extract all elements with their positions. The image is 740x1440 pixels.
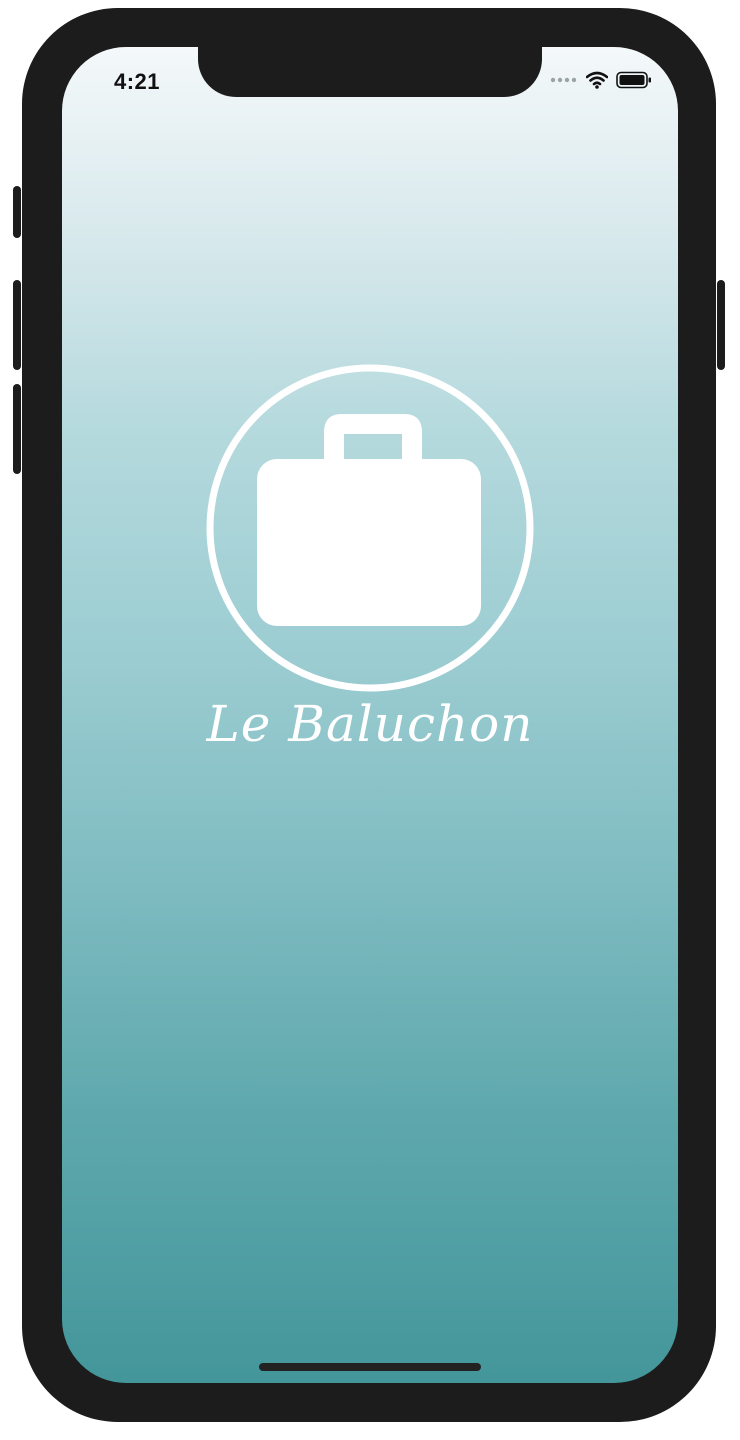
signal-dots-icon: [550, 77, 577, 83]
status-time: 4:21: [114, 69, 161, 94]
power-button: [717, 280, 725, 370]
app-name: Le Baluchon: [206, 695, 534, 753]
splash-screen: 4:21 Le Baluchon: [62, 47, 678, 1383]
home-indicator[interactable]: [259, 1363, 481, 1371]
suitcase-icon: [206, 364, 534, 692]
status-icons: [550, 71, 652, 89]
notch: [198, 47, 542, 97]
wifi-icon: [586, 71, 608, 89]
mute-switch: [13, 186, 21, 238]
battery-icon: [616, 71, 651, 89]
volume-up-button: [13, 280, 21, 370]
volume-down-button: [13, 384, 21, 474]
